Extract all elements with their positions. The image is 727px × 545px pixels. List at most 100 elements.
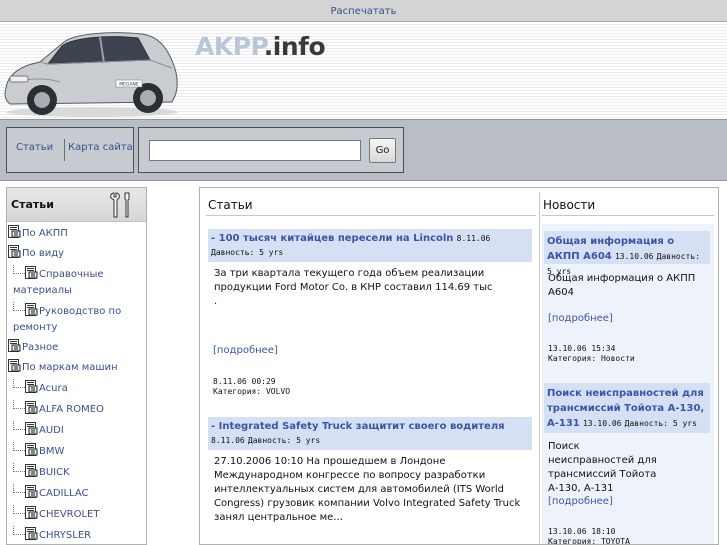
article-text: За три квартала текущего года объем реал… [214,268,493,293]
sidebar: Статьи По АКПП По виду Справочные материал… [6,187,147,545]
tree-connector [13,442,25,451]
sidebar-item-label: BMW [39,446,65,457]
sidebar-tree-item[interactable]: AUDI [7,420,146,441]
news-category: Категория: TOYOTA [548,537,630,545]
news-timestamp: 13.10.06 18:10 [548,527,616,536]
news-footer: 13.10.06 15:34 Категория: Новости [548,344,635,364]
sidebar-item-label: CADILLAC [39,488,89,499]
nav-link-sitemap[interactable]: Карта сайта [68,142,133,153]
tree-connector [13,421,25,430]
news-more-link[interactable]: [подробнее] [548,313,613,324]
site-logo[interactable]: AKPP.info [195,32,326,61]
sidebar-item-label: По АКПП [22,228,68,239]
article-footer: 8.11.06 00:29 Категория: VOLVO [213,377,290,397]
article-age: Давность: 5 yrs [211,248,284,257]
document-icon [25,443,38,456]
sidebar-tree-item[interactable]: Acura [7,378,146,399]
document-icon [25,527,38,540]
article-more-link[interactable]: [подробнее] [213,345,278,356]
article-category: Категория: VOLVO [213,387,291,396]
article-text: 27.10.2006 10:10 На прошедшем в Лондоне … [214,456,521,523]
sidebar-tree-item[interactable]: CHRYSLER [7,525,146,544]
sidebar-tree-item[interactable]: Руководство по ремонту [7,301,146,338]
sidebar-tree-item[interactable]: По маркам машин [7,358,146,378]
sidebar-tree-item[interactable]: ALFA ROMEO [7,399,146,420]
sidebar-tree-item[interactable]: CHEVROLET [7,504,146,525]
news-category: Категория: Новости [548,354,635,363]
document-icon [25,422,38,435]
document-icon [25,464,38,477]
tools-icon [110,192,130,218]
main-content: Статьи Новости - 100 тысяч китайцев пере… [199,187,719,545]
document-icon [8,225,21,238]
article-title-link[interactable]: - 100 тысяч китайцев пересели на Lincoln [211,233,453,244]
document-icon [8,245,21,258]
sidebar-item-label: CHRYSLER [39,530,92,541]
print-bar: Распечатать [0,0,727,22]
sidebar-tree-item[interactable]: Справочные материалы [7,264,146,301]
document-icon [25,303,38,316]
document-icon [8,359,21,372]
document-icon [25,266,38,279]
news-age: Давность: 5 yrs [624,419,697,428]
document-icon [25,506,38,519]
search-go-button[interactable]: Go [369,138,396,163]
print-link[interactable]: Распечатать [330,6,396,17]
tree-connector [13,302,25,311]
tree-connector [13,484,25,493]
news-text: Поиск неисправностей для трансмиссий Той… [548,441,657,494]
news-rule [542,215,714,216]
tree-connector [13,400,25,409]
nav-link-articles[interactable]: Статьи [16,142,53,153]
car-image: MEGANE [4,32,178,117]
column-divider [539,192,540,544]
sidebar-tree-item[interactable]: Разное [7,338,146,358]
tree-connector [13,526,25,535]
article-text-tail: . [214,296,218,307]
news-date: 13.10.06 [582,419,622,428]
sidebar-tree-item[interactable]: BMW [7,441,146,462]
news-title: Новости [543,198,596,212]
search-box: Go [138,127,404,173]
nav-band: Статьи Карта сайта Go [0,119,727,181]
tree-connector [13,265,25,274]
document-icon [25,380,38,393]
nav-links-box: Статьи Карта сайта [6,127,134,173]
articles-title: Статьи [208,198,253,212]
document-icon [25,401,38,414]
news-date: 13.10.06 [614,252,654,261]
svg-text:MEGANE: MEGANE [119,82,139,88]
news-text: Общая информация о АКПП А604 [548,273,696,298]
news-title-link[interactable]: Общая информация о АКПП А604 [547,236,674,262]
tree-connector [13,379,25,388]
sidebar-tree-item[interactable]: По виду [7,244,146,264]
sidebar-item-label: CHEVROLET [39,509,100,520]
article-age: Давность: 5 yrs [247,436,321,445]
sidebar-item-label: AUDI [39,425,64,436]
sidebar-tree-item[interactable]: BUICK [7,462,146,483]
news-more-link[interactable]: [подробнее] [548,496,613,507]
sidebar-item-label: BUICK [39,467,70,478]
tree-connector [13,463,25,472]
article-body: За три квартала текущего года объем реал… [208,264,532,312]
sidebar-title: Статьи [11,198,54,211]
sidebar-item-label: По виду [22,248,65,259]
article-date: 8.11.06 [456,234,491,243]
article-header: - 100 тысяч китайцев пересели на Lincoln… [208,229,532,262]
document-icon [8,339,21,352]
sidebar-item-label: ALFA ROMEO [39,404,104,415]
sidebar-item-label: По маркам машин [22,362,118,373]
tree-connector [13,505,25,514]
news-timestamp: 13.10.06 15:34 [548,344,616,353]
sidebar-tree-item[interactable]: CADILLAC [7,483,146,504]
site-header: MEGANE AKPP.info [0,22,727,119]
search-input[interactable] [149,140,361,161]
document-icon [25,485,38,498]
nav-separator [64,139,65,161]
news-footer: 13.10.06 18:10 Категория: TOYOTA [548,527,630,545]
article-timestamp: 8.11.06 00:29 [213,377,276,386]
sidebar-item-label: Acura [39,383,68,394]
article-date: 8.11.06 [211,436,245,445]
article-title-link[interactable]: - Integrated Safety Truck защитит своего… [211,421,505,432]
sidebar-tree-item[interactable]: По АКПП [7,224,146,244]
